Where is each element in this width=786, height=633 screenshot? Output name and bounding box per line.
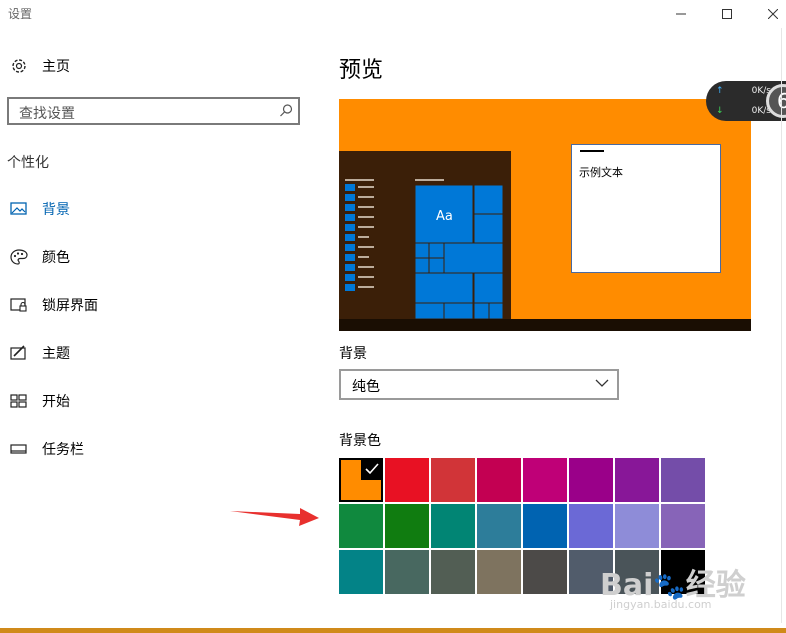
title-bar: 设置 (0, 0, 786, 28)
sidebar-item-label: 主题 (42, 346, 70, 362)
color-swatch[interactable] (477, 504, 521, 548)
upload-speed: ↑ 0K/s (716, 86, 771, 96)
maximize-button[interactable] (704, 0, 750, 28)
picture-icon (10, 202, 27, 215)
window-bottom-border (0, 628, 786, 633)
color-swatch[interactable] (661, 458, 705, 502)
background-type-dropdown[interactable]: 纯色 (339, 369, 619, 400)
color-swatch[interactable] (431, 504, 475, 548)
color-swatch[interactable] (569, 504, 613, 548)
background-color-label: 背景色 (339, 433, 381, 449)
preview-tile-text: Aa (436, 209, 453, 224)
sidebar-item-lock-screen[interactable]: 锁屏界面 (10, 294, 98, 316)
annotation-arrow-icon (230, 508, 319, 526)
chevron-down-icon (595, 379, 609, 387)
taskbar-icon (10, 444, 27, 454)
color-swatch[interactable] (385, 458, 429, 502)
color-swatch[interactable] (385, 504, 429, 548)
sidebar-item-start[interactable]: 开始 (10, 390, 70, 412)
color-swatch[interactable] (339, 458, 383, 502)
color-swatch[interactable] (431, 458, 475, 502)
sidebar-item-label: 任务栏 (42, 442, 84, 458)
color-swatch[interactable] (477, 550, 521, 594)
color-swatch[interactable] (339, 504, 383, 548)
scrollbar-track[interactable] (781, 28, 782, 623)
nav-home-label: 主页 (42, 59, 70, 75)
window-title: 设置 (8, 7, 33, 21)
sidebar-item-themes[interactable]: 主题 (10, 342, 70, 364)
search-input[interactable]: 查找设置 (7, 97, 300, 125)
upload-arrow-icon: ↑ (716, 86, 724, 96)
palette-icon (10, 249, 28, 265)
sidebar-item-label: 背景 (42, 202, 70, 218)
color-swatch[interactable] (523, 458, 567, 502)
search-placeholder: 查找设置 (19, 106, 75, 122)
sidebar-item-background[interactable]: 背景 (10, 198, 70, 220)
theme-icon (10, 345, 26, 360)
sidebar: 主页 查找设置 个性化 背景 颜色 锁屏界面 主题 开始 任务栏 (0, 28, 310, 628)
color-swatch[interactable] (477, 458, 521, 502)
section-title: 个性化 (7, 155, 49, 171)
color-swatch[interactable] (431, 550, 475, 594)
color-swatch[interactable] (569, 458, 613, 502)
page-title: 预览 (339, 58, 384, 83)
download-speed: ↓ 0K/s (716, 106, 771, 116)
color-swatch[interactable] (339, 550, 383, 594)
color-swatch[interactable] (523, 550, 567, 594)
sidebar-item-label: 颜色 (42, 250, 70, 266)
color-swatch[interactable] (523, 504, 567, 548)
dropdown-value: 纯色 (352, 379, 380, 395)
sidebar-item-label: 开始 (42, 394, 70, 410)
nav-home[interactable]: 主页 (10, 55, 70, 77)
watermark-url: jingyan.baidu.com (610, 598, 712, 611)
sidebar-item-taskbar[interactable]: 任务栏 (10, 438, 84, 460)
close-button[interactable] (750, 0, 786, 28)
color-swatch[interactable] (615, 458, 659, 502)
color-swatch[interactable] (661, 504, 705, 548)
search-icon (280, 104, 293, 117)
background-label: 背景 (339, 346, 367, 362)
minimize-icon (676, 13, 686, 15)
start-icon (10, 394, 27, 408)
preview-sample-text: 示例文本 (579, 165, 623, 179)
download-arrow-icon: ↓ (716, 106, 724, 116)
maximize-icon (722, 9, 732, 19)
background-preview: Aa 示例文本 (339, 99, 751, 331)
color-swatch[interactable] (385, 550, 429, 594)
sidebar-item-label: 锁屏界面 (42, 298, 98, 314)
color-swatch[interactable] (615, 504, 659, 548)
minimize-button[interactable] (658, 0, 704, 28)
sidebar-item-colors[interactable]: 颜色 (10, 246, 70, 268)
lock-screen-icon (10, 298, 27, 312)
desktop-preview-illustration: Aa 示例文本 (339, 144, 751, 331)
close-icon (768, 9, 778, 19)
checkmark-icon (361, 458, 383, 480)
gear-icon (12, 59, 26, 73)
